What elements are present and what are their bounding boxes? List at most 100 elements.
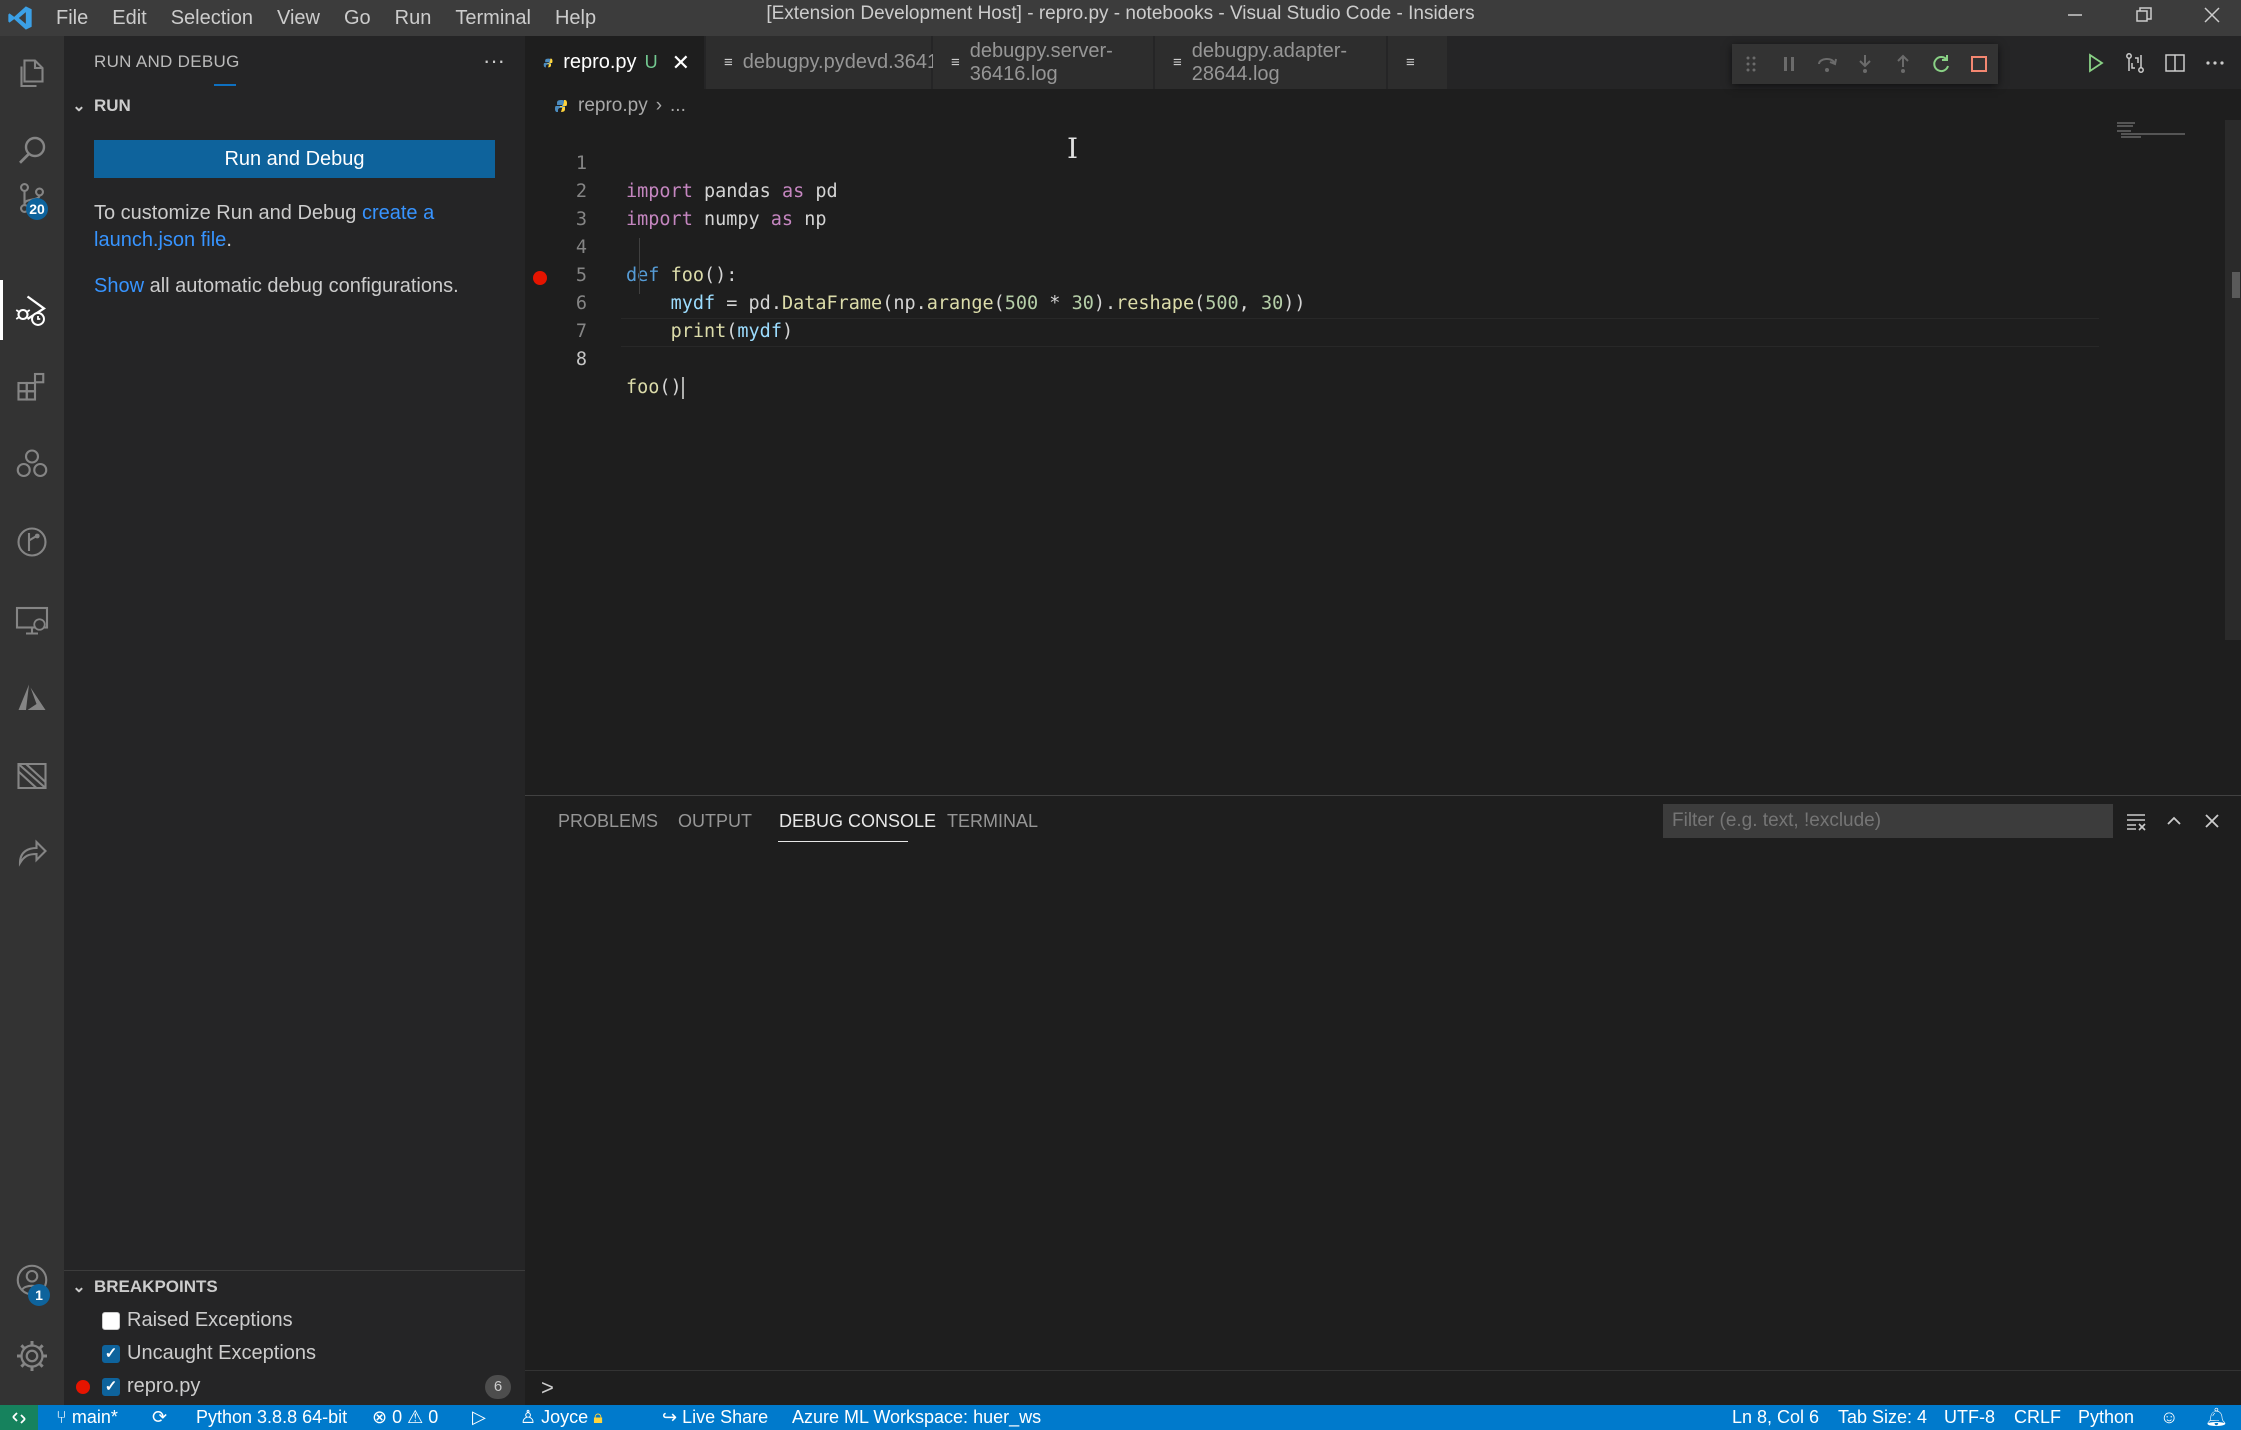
close-window-button[interactable] (2178, 0, 2241, 30)
menu-help[interactable]: Help (555, 7, 596, 30)
restart-icon (1933, 55, 1949, 73)
drag-handle[interactable] (1732, 44, 1770, 84)
live-share-status[interactable]: ↪ Live Share (662, 1405, 768, 1430)
live-share-button[interactable] (0, 824, 64, 884)
restore-button[interactable] (2110, 0, 2178, 30)
remote-explorer-button[interactable] (0, 590, 64, 650)
pause-button[interactable] (1770, 44, 1808, 84)
language-mode[interactable]: Python (2078, 1405, 2134, 1430)
tab-size[interactable]: Tab Size: 4 (1838, 1405, 1927, 1430)
restart-button[interactable] (1922, 44, 1960, 84)
menu-go[interactable]: Go (344, 7, 371, 30)
clear-console-button[interactable] (2121, 806, 2151, 836)
end-of-line[interactable]: CRLF (2014, 1405, 2061, 1430)
progress-indicator (214, 84, 236, 86)
maximize-panel-button[interactable] (2159, 806, 2189, 836)
breakpoint-label: Uncaught Exceptions (127, 1342, 317, 1364)
checkbox[interactable] (102, 1344, 120, 1363)
jupyter-button[interactable] (0, 434, 64, 494)
tab-output[interactable]: OUTPUT (678, 811, 752, 832)
azure-ml-workspace[interactable]: Azure ML Workspace: huer_ws (792, 1405, 1041, 1430)
source-control-button[interactable]: 20 (0, 168, 64, 228)
notifications-icon[interactable]: 🔔︎ (2205, 1405, 2228, 1430)
step-into-icon (1859, 55, 1871, 73)
run-section-header[interactable]: ⌄ RUN (64, 91, 525, 121)
tab-overflow[interactable]: ≡ (1388, 36, 1448, 89)
chevron-down-icon: ⌄ (72, 1279, 86, 1296)
breadcrumb-more[interactable]: ... (670, 95, 686, 117)
menu-file[interactable]: File (56, 7, 88, 30)
more-actions-icon[interactable]: ··· (483, 48, 505, 74)
menu-run[interactable]: Run (395, 7, 432, 30)
breakpoint-raised-exceptions[interactable]: Raised Exceptions (64, 1304, 525, 1337)
run-and-debug-button[interactable]: Run and Debug (94, 140, 495, 178)
stop-button[interactable] (1960, 44, 1998, 84)
encoding[interactable]: UTF-8 (1944, 1405, 1995, 1430)
manage-button[interactable] (0, 1326, 64, 1386)
line-number: 8 (575, 349, 587, 370)
minimize-button[interactable] (2041, 0, 2109, 30)
run-debug-button[interactable] (0, 280, 64, 340)
open-changes-button[interactable] (2115, 51, 2155, 75)
breakpoint-repro-py[interactable]: repro.py 6 (64, 1370, 525, 1403)
show-configurations-text: Show all automatic debug configurations. (94, 273, 504, 300)
user-status[interactable]: ♙ Joyce 🔒︎ (520, 1405, 603, 1430)
search-icon (19, 136, 46, 164)
menu-edit[interactable]: Edit (112, 7, 146, 30)
menu-view[interactable]: View (277, 7, 320, 30)
code-text: foo() (626, 377, 684, 399)
split-editor-button[interactable] (2155, 51, 2195, 75)
breakpoint-uncaught-exceptions[interactable]: Uncaught Exceptions (64, 1337, 525, 1370)
git-graph-button[interactable] (0, 512, 64, 572)
menu-terminal[interactable]: Terminal (455, 7, 531, 30)
close-panel-button[interactable] (2197, 806, 2227, 836)
remote-icon (12, 1411, 26, 1424)
text-cursor (681, 377, 684, 399)
menu-selection[interactable]: Selection (171, 7, 253, 30)
extensions-button[interactable] (0, 356, 64, 416)
tab-pydevd-log[interactable]: ≡ debugpy.pydevd.36416.log (706, 36, 982, 89)
code-editor[interactable]: 1 import pandas as pd 2 import numpy as … (525, 122, 2105, 790)
editor-scrollbar[interactable] (2225, 120, 2241, 640)
extensions-icon (17, 372, 45, 401)
tab-debug-console[interactable]: DEBUG CONSOLE (779, 811, 936, 832)
step-into-button[interactable] (1846, 44, 1884, 84)
explorer-button[interactable] (0, 44, 64, 104)
feedback-icon[interactable]: ☺ (2160, 1405, 2178, 1430)
more-icon (2206, 60, 2224, 65)
step-over-button[interactable] (1808, 44, 1846, 84)
code-line: 2 import numpy as np (525, 150, 2105, 230)
warning-icon: ⚠ (407, 1407, 424, 1427)
azure-ml-button[interactable] (0, 746, 64, 806)
problems-status[interactable]: ⊗ 0 ⚠ 0 (372, 1405, 438, 1430)
tab-problems[interactable]: PROBLEMS (558, 811, 658, 832)
step-out-button[interactable] (1884, 44, 1922, 84)
tab-repro-py[interactable]: repro.py U ✕ (525, 36, 705, 89)
close-tab-icon[interactable]: ✕ (672, 50, 690, 76)
show-link[interactable]: Show (94, 275, 144, 297)
cursor-position[interactable]: Ln 8, Col 6 (1732, 1405, 1819, 1430)
azure-button[interactable] (0, 668, 64, 728)
run-status-icon[interactable]: ▷ (472, 1405, 486, 1430)
breakpoint-icon[interactable] (533, 271, 547, 285)
debug-console-input[interactable]: > (525, 1370, 2241, 1406)
accounts-button[interactable]: 1 (0, 1250, 64, 1310)
menu-bar: File Edit Selection View Go Run Terminal… (56, 0, 620, 36)
minimap[interactable] (2113, 120, 2223, 140)
checkbox[interactable] (102, 1377, 120, 1396)
status-bar: ⑂ main* ⟳ Python 3.8.8 64-bit ⊗ 0 ⚠ 0 ▷ … (0, 1405, 2241, 1430)
sync-icon[interactable]: ⟳ (152, 1405, 167, 1430)
breadcrumb-file[interactable]: repro.py (578, 95, 648, 117)
tab-terminal[interactable]: TERMINAL (947, 811, 1038, 832)
breakpoints-section-header[interactable]: ⌄ BREAKPOINTS (64, 1272, 525, 1302)
branch-status[interactable]: ⑂ main* (56, 1405, 118, 1430)
console-filter-input[interactable] (1663, 804, 2113, 838)
more-editor-actions-button[interactable] (2195, 51, 2235, 75)
remote-indicator-button[interactable] (0, 1405, 38, 1430)
tab-adapter-log[interactable]: ≡ debugpy.adapter-28644.log (1155, 36, 1387, 89)
run-python-file-button[interactable] (2075, 51, 2115, 75)
tab-server-log[interactable]: ≡ debugpy.server-36416.log (933, 36, 1154, 89)
scrollbar-thumb[interactable] (2232, 272, 2240, 298)
python-interpreter[interactable]: Python 3.8.8 64-bit (196, 1405, 347, 1430)
checkbox[interactable] (102, 1311, 120, 1330)
